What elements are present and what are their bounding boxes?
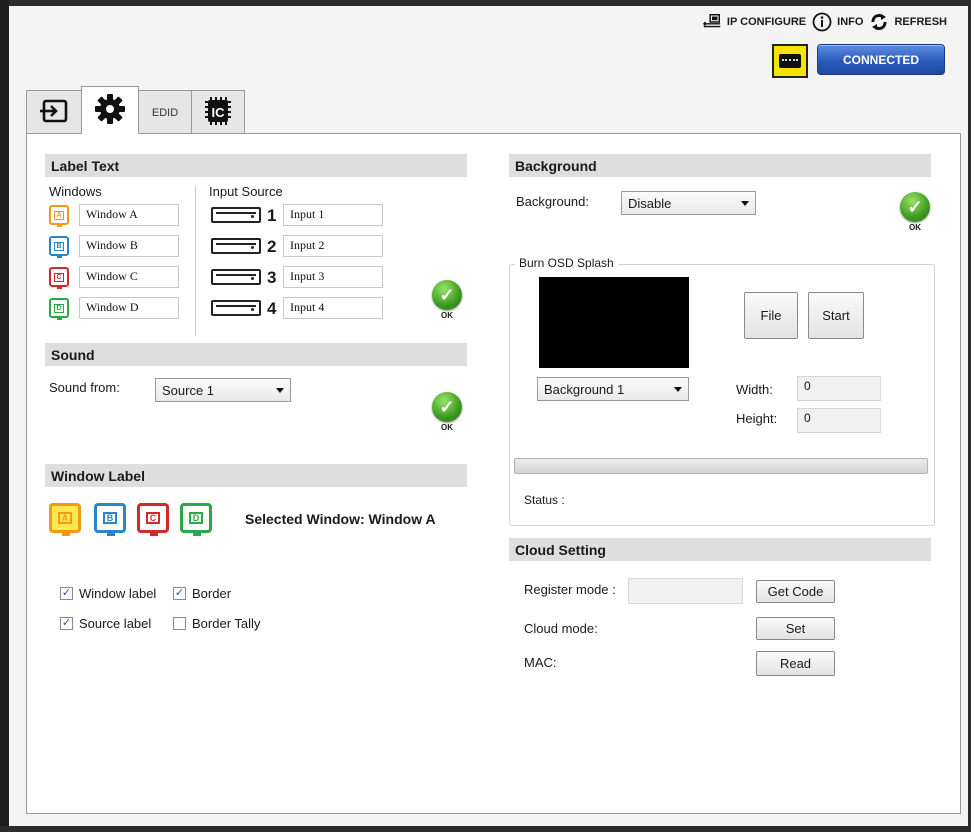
background-select[interactable]: Disable [621, 191, 756, 215]
sound-source-value: Source 1 [162, 382, 215, 398]
info-button[interactable]: INFO [812, 12, 863, 32]
window-b-select-icon[interactable]: B [94, 503, 126, 536]
label-text-ok-button[interactable]: ✓ OK [432, 280, 464, 322]
input-4-name-field[interactable]: Input 4 [283, 297, 383, 319]
label-text-header: Label Text [45, 154, 467, 177]
background-header: Background [509, 154, 931, 177]
height-field[interactable]: 0 [797, 408, 881, 433]
chip-icon: IC [202, 95, 234, 130]
window-frame-bottom [0, 826, 971, 832]
info-icon [812, 12, 832, 32]
input-2-number: 2 [267, 237, 277, 256]
sound-from-label: Sound from: [49, 380, 120, 395]
source-label-checkbox[interactable]: ✓ Source label [60, 616, 151, 631]
window-c-select-icon[interactable]: C [137, 503, 169, 536]
register-mode-label: Register mode : [524, 582, 616, 597]
burn-progress-bar [514, 458, 928, 474]
input-1-name-field[interactable]: Input 1 [283, 204, 383, 226]
cloud-setting-header: Cloud Setting [509, 538, 931, 561]
input-icon [39, 98, 69, 127]
tab-bar: EDID IC [26, 86, 245, 134]
start-button[interactable]: Start [808, 292, 864, 339]
input-3-name-field[interactable]: Input 3 [283, 266, 383, 288]
window-d-icon: D [49, 298, 69, 320]
chevron-down-icon [276, 387, 284, 393]
chevron-down-icon [674, 386, 682, 392]
input-source-title: Input Source [209, 184, 283, 199]
check-icon: ✓ [432, 280, 462, 310]
serial-port-icon[interactable] [772, 44, 808, 78]
svg-text:IC: IC [212, 105, 226, 120]
window-c-icon: C [49, 267, 69, 289]
tab-settings[interactable] [81, 86, 139, 134]
width-label: Width: [736, 382, 773, 397]
status-label: Status : [524, 493, 565, 507]
background-label: Background: [516, 194, 589, 209]
get-code-button[interactable]: Get Code [756, 580, 835, 603]
border-tally-checkbox[interactable]: Border Tally [173, 616, 260, 631]
window-a-icon: A [49, 205, 69, 227]
width-field[interactable]: 0 [797, 376, 881, 401]
info-label: INFO [837, 16, 864, 28]
input-3-number: 3 [267, 268, 277, 287]
window-frame-top [0, 0, 971, 6]
tab-ic[interactable]: IC [191, 90, 245, 134]
chevron-down-icon [741, 200, 749, 206]
splash-preview [539, 277, 689, 368]
input-1-number: 1 [267, 206, 277, 225]
refresh-icon [869, 12, 889, 32]
window-a-select-icon[interactable]: A [49, 503, 81, 536]
ip-configure-button[interactable]: IP CONFIGURE [702, 12, 806, 32]
selected-window-text: Selected Window: Window A [245, 511, 436, 527]
read-button[interactable]: Read [756, 651, 835, 676]
connected-button[interactable]: CONNECTED [817, 44, 945, 75]
input-3-icon [211, 267, 261, 287]
tab-input[interactable] [26, 90, 82, 134]
input-1-icon [211, 205, 261, 225]
splash-background-select[interactable]: Background 1 [537, 377, 689, 401]
sound-ok-button[interactable]: ✓ OK [432, 392, 464, 434]
window-d-name-field[interactable]: Window D [79, 297, 179, 319]
burn-osd-splash-title: Burn OSD Splash [515, 256, 618, 270]
ip-configure-label: IP CONFIGURE [726, 16, 807, 28]
refresh-button[interactable]: REFRESH [869, 12, 947, 32]
window-label-checkbox[interactable]: ✓ Window label [60, 586, 156, 601]
set-button[interactable]: Set [756, 617, 835, 640]
refresh-label: REFRESH [894, 16, 947, 28]
window-c-name-field[interactable]: Window C [79, 266, 179, 288]
mac-label: MAC: [524, 655, 557, 670]
network-icon [702, 12, 722, 32]
height-label: Height: [736, 411, 778, 426]
background-ok-button[interactable]: ✓ OK [900, 192, 932, 234]
register-mode-field[interactable] [628, 578, 743, 604]
input-2-icon [211, 236, 261, 256]
cloud-mode-label: Cloud mode: [524, 621, 598, 636]
window-a-name-field[interactable]: Window A [79, 204, 179, 226]
column-divider [195, 186, 196, 336]
border-checkbox[interactable]: ✓ Border [173, 586, 231, 601]
check-icon: ✓ [900, 192, 930, 222]
window-d-select-icon[interactable]: D [180, 503, 212, 536]
tab-edid-label: EDID [151, 106, 179, 119]
gear-icon [94, 93, 126, 128]
settings-panel: Label Text Windows Input Source A Window… [26, 133, 961, 814]
window-label-header: Window Label [45, 464, 467, 487]
background-value: Disable [628, 195, 672, 211]
window-frame-left [0, 0, 9, 832]
file-button[interactable]: File [744, 292, 798, 339]
window-b-name-field[interactable]: Window B [79, 235, 179, 257]
tab-edid[interactable]: EDID [138, 90, 192, 134]
windows-title: Windows [49, 184, 102, 199]
input-4-icon [211, 298, 261, 318]
check-icon: ✓ [432, 392, 462, 422]
input-4-number: 4 [267, 299, 277, 318]
top-toolbar: IP CONFIGURE INFO REFRESH [702, 12, 947, 32]
sound-source-select[interactable]: Source 1 [155, 378, 291, 402]
input-2-name-field[interactable]: Input 2 [283, 235, 383, 257]
sound-header: Sound [45, 343, 467, 366]
splash-background-value: Background 1 [544, 381, 625, 397]
window-b-icon: B [49, 236, 69, 258]
